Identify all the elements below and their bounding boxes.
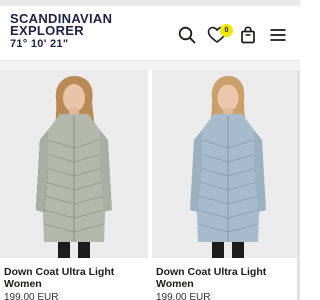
product-title[interactable]: Down Coat Ultra Light Women <box>156 266 296 290</box>
wishlist-count-badge: 0 <box>220 24 233 37</box>
product-image[interactable] <box>0 70 148 258</box>
site-header: SCANDINAVIAN EXPLORER 71° 10' 21" 0 <box>0 6 300 60</box>
search-icon[interactable] <box>177 25 197 45</box>
product-title[interactable]: Down Coat Ultra Light Women <box>4 266 144 290</box>
product-image[interactable] <box>152 70 300 258</box>
menu-icon[interactable] <box>268 25 288 45</box>
header-actions: 0 <box>0 6 300 60</box>
product-price: 199,00 EUR <box>4 292 59 300</box>
shopping-bag-icon[interactable] <box>238 25 258 45</box>
product-price: 199,00 EUR <box>156 292 211 300</box>
header-divider <box>0 60 300 70</box>
product-card[interactable]: Down Coat Ultra Light Women 199,00 EUR <box>152 70 300 300</box>
product-card[interactable]: Down Coat Ultra Light Women 199,00 EUR <box>0 70 148 300</box>
scrollbar[interactable] <box>297 70 300 300</box>
